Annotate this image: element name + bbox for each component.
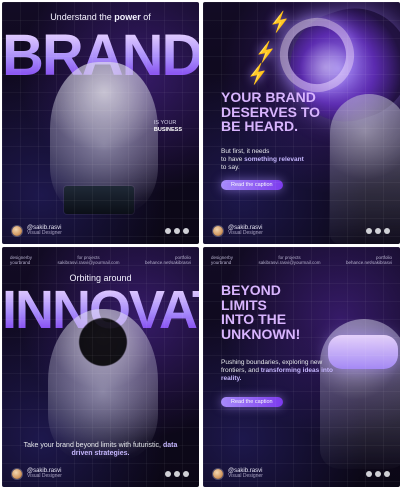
headline-line: DESERVES TO bbox=[221, 103, 321, 120]
card-heard: ⚡ ⚡ ⚡ YOUR BRAND DESERVES TO BE HEARD. B… bbox=[203, 2, 400, 244]
social-icon bbox=[183, 470, 189, 477]
avatar bbox=[213, 468, 223, 479]
author: @sakib.rasvi Visual Designer bbox=[12, 468, 62, 479]
author-text: @sakib.rasvi Visual Designer bbox=[228, 225, 263, 236]
subtext-plain: to have bbox=[221, 156, 243, 164]
social-icons bbox=[366, 227, 390, 234]
card-footer: @sakib.rasvi Visual Designer bbox=[213, 225, 390, 236]
card-footer: @sakib.rasvi Visual Designer bbox=[12, 225, 189, 236]
social-icons bbox=[165, 227, 189, 234]
topbar-left: designerby yourbrand bbox=[211, 255, 234, 265]
card-footer: @sakib.rasvi Visual Designer bbox=[213, 468, 390, 479]
author: @sakib.rasvi Visual Designer bbox=[12, 225, 62, 236]
subtext-line: to say. bbox=[221, 164, 240, 172]
topbar-center: for projects sakibrasvi.rasvi@yourmail.c… bbox=[57, 255, 120, 265]
card-branding-side-text: IS YOUR BUSINESS bbox=[154, 120, 182, 133]
topbar-center: for projects sakibrasvi.rasvi@yourmail.c… bbox=[258, 255, 321, 265]
card-topbar: designerby yourbrand for projects sakibr… bbox=[211, 255, 392, 265]
social-icons bbox=[165, 470, 189, 477]
card-footer: @sakib.rasvi Visual Designer bbox=[12, 468, 189, 479]
avatar bbox=[12, 468, 22, 479]
social-icon bbox=[384, 227, 390, 234]
laptop-illustration bbox=[64, 186, 134, 214]
read-caption-button: Read the caption bbox=[221, 397, 283, 407]
social-icon bbox=[366, 470, 372, 477]
astronaut-illustration bbox=[48, 309, 158, 459]
headline-line: INTO THE bbox=[221, 311, 287, 328]
social-icon bbox=[375, 470, 381, 477]
social-icons bbox=[366, 470, 390, 477]
headline-line: BEYOND bbox=[221, 282, 281, 298]
top-text-prefix: Understand the bbox=[50, 12, 112, 22]
card-topbar: designerby yourbrand for projects sakibr… bbox=[10, 255, 191, 265]
card-beyond-subtext: Pushing boundaries, exploring new fronti… bbox=[221, 359, 341, 383]
card-heard-headline: YOUR BRAND DESERVES TO BE HEARD. bbox=[221, 90, 341, 134]
avatar bbox=[12, 225, 22, 236]
card-innovation-bottom-text: Take your brand beyond limits with futur… bbox=[16, 442, 185, 460]
author-role: Visual Designer bbox=[228, 230, 263, 236]
social-icon bbox=[375, 227, 381, 234]
social-icon bbox=[384, 470, 390, 477]
social-icon bbox=[165, 227, 171, 234]
bottom-plain: Take your brand beyond limits with futur… bbox=[23, 441, 161, 449]
author: @sakib.rasvi Visual Designer bbox=[213, 468, 263, 479]
headline-line: UNKNOWN! bbox=[221, 326, 301, 343]
subtext-highlight: something relevant bbox=[244, 156, 304, 164]
subtext-line: But first, it needs bbox=[221, 148, 270, 155]
card-beyond-headline: BEYOND LIMITS INTO THE UNKNOWN! bbox=[221, 283, 341, 342]
lightning-icon: ⚡ bbox=[245, 61, 272, 87]
author-role: Visual Designer bbox=[228, 473, 263, 479]
image-grid: Understand the power of BRANDING IS YOUR… bbox=[0, 0, 402, 489]
social-icon bbox=[174, 227, 180, 234]
card-branding-top-text: Understand the power of bbox=[2, 12, 199, 22]
social-icon bbox=[174, 470, 180, 477]
social-icon bbox=[165, 470, 171, 477]
headline-line: LIMITS bbox=[221, 296, 267, 313]
card-innovation: designerby yourbrand for projects sakibr… bbox=[2, 247, 199, 487]
author: @sakib.rasvi Visual Designer bbox=[213, 225, 263, 236]
author-role: Visual Designer bbox=[27, 473, 62, 479]
card-beyond: designerby yourbrand for projects sakibr… bbox=[203, 247, 400, 487]
subtext-line: to have something relevant bbox=[221, 156, 341, 164]
avatar bbox=[213, 225, 223, 236]
side-text-line2: BUSINESS bbox=[153, 126, 182, 133]
card-heard-subtext: But first, it needs to have something re… bbox=[221, 148, 341, 172]
headline-line: BE HEARD. bbox=[221, 118, 299, 135]
author-text: @sakib.rasvi Visual Designer bbox=[27, 225, 62, 236]
social-icon bbox=[366, 227, 372, 234]
topbar-right: portfolio behance.net/sakibrasvi bbox=[345, 255, 392, 265]
headline-line: YOUR BRAND bbox=[221, 89, 316, 105]
social-icon bbox=[183, 227, 189, 234]
author-role: Visual Designer bbox=[27, 230, 62, 236]
card-branding: Understand the power of BRANDING IS YOUR… bbox=[2, 2, 199, 244]
top-text-suffix: of bbox=[143, 12, 151, 22]
top-text-bold: power bbox=[114, 12, 141, 22]
author-text: @sakib.rasvi Visual Designer bbox=[27, 468, 62, 479]
side-text-line1: IS YOUR bbox=[153, 120, 177, 126]
topbar-right: portfolio behance.net/sakibrasvi bbox=[144, 255, 191, 265]
topbar-left: designerby yourbrand bbox=[10, 255, 33, 265]
author-text: @sakib.rasvi Visual Designer bbox=[228, 468, 263, 479]
read-caption-button: Read the caption bbox=[221, 180, 283, 190]
